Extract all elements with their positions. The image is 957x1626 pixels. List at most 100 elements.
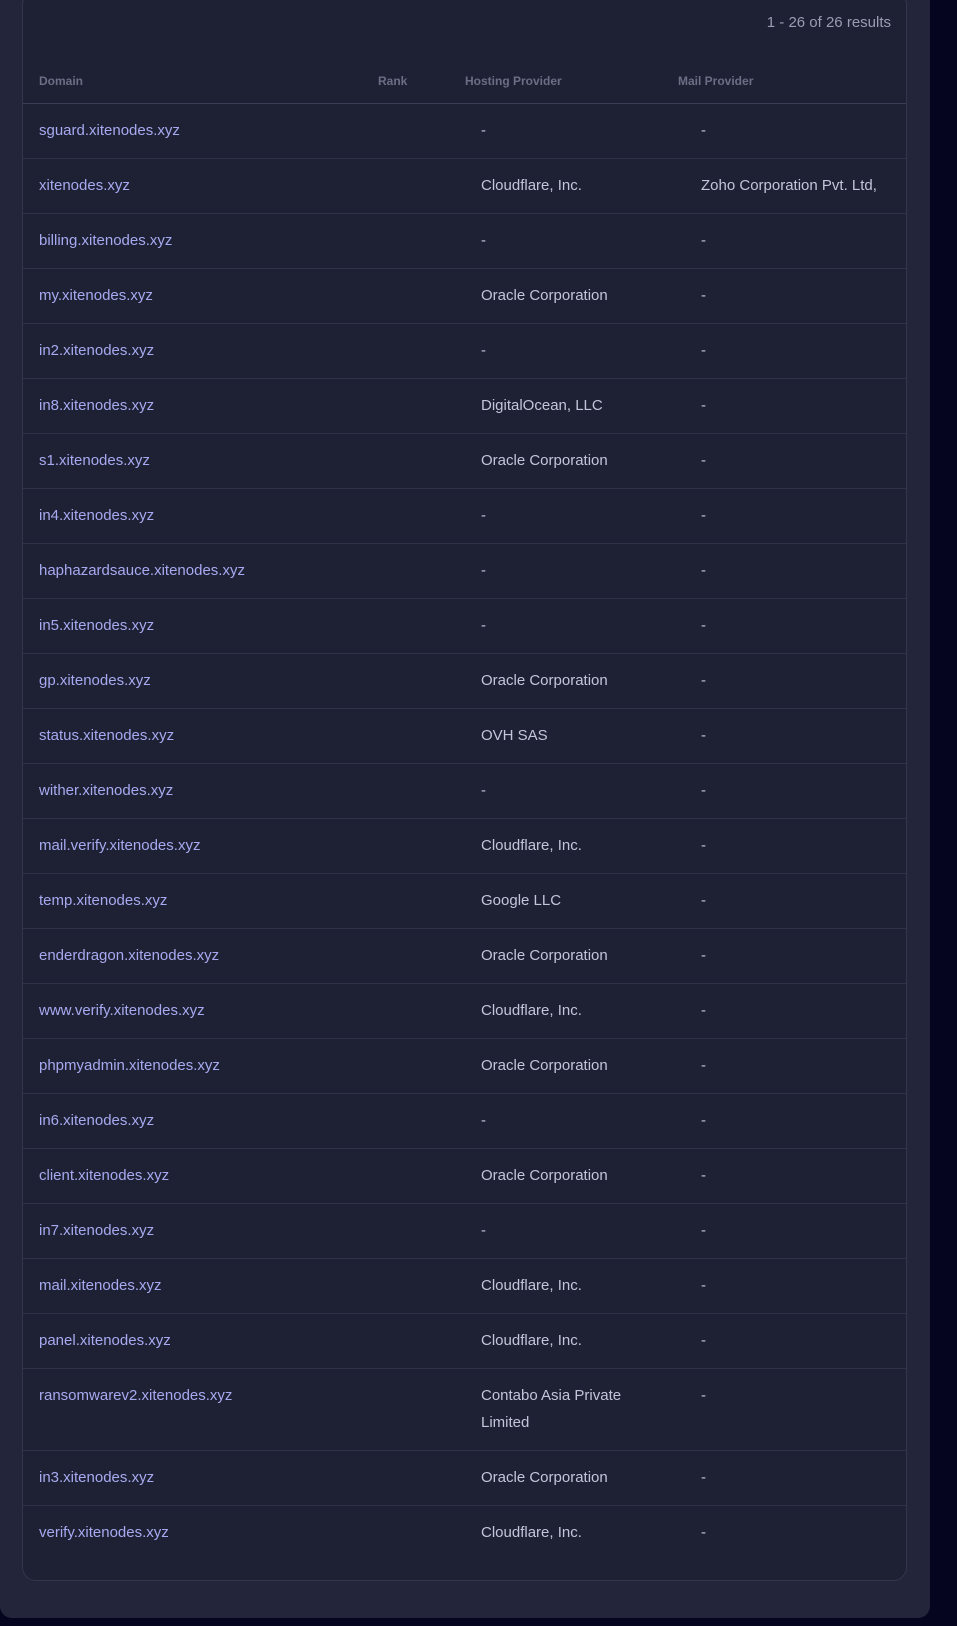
hosting-provider-cell: Cloudflare, Inc. [481,1332,582,1349]
hosting-provider-cell: Cloudflare, Inc. [481,1277,582,1294]
table-row: billing.xitenodes.xyz - - [23,214,906,269]
domain-link[interactable]: enderdragon.xitenodes.xyz [39,942,379,969]
mail-provider-cell: - [701,1167,706,1184]
domain-link[interactable]: billing.xitenodes.xyz [39,227,379,254]
column-header-mail-provider[interactable]: Mail Provider [678,74,753,88]
domain-link[interactable]: haphazardsauce.xitenodes.xyz [39,557,379,584]
domain-link[interactable]: s1.xitenodes.xyz [39,447,379,474]
domain-link[interactable]: ransomwarev2.xitenodes.xyz [39,1382,379,1409]
hosting-provider-cell: Cloudflare, Inc. [481,1002,582,1019]
table-row: in6.xitenodes.xyz - - [23,1094,906,1149]
domain-link[interactable]: in7.xitenodes.xyz [39,1217,379,1244]
table-header: Domain Rank Hosting Provider Mail Provid… [23,70,906,104]
mail-provider-cell: - [701,672,706,689]
domain-link[interactable]: client.xitenodes.xyz [39,1162,379,1189]
mail-provider-cell: - [701,727,706,744]
column-header-domain[interactable]: Domain [39,74,83,88]
mail-provider-cell: - [701,837,706,854]
hosting-provider-cell: Oracle Corporation [481,672,608,689]
mail-provider-cell: - [701,947,706,964]
results-count: 1 - 26 of 26 results [766,14,891,31]
table-row: sguard.xitenodes.xyz - - [23,104,906,159]
domain-link[interactable]: in8.xitenodes.xyz [39,392,379,419]
table-row: in3.xitenodes.xyz Oracle Corporation - [23,1451,906,1506]
domain-link[interactable]: in6.xitenodes.xyz [39,1107,379,1134]
mail-provider-cell: - [701,892,706,909]
mail-provider-cell: - [701,1222,706,1239]
domain-link[interactable]: mail.xitenodes.xyz [39,1272,379,1299]
table-row: s1.xitenodes.xyz Oracle Corporation - [23,434,906,489]
domain-link[interactable]: in4.xitenodes.xyz [39,502,379,529]
table-row: enderdragon.xitenodes.xyz Oracle Corporat… [23,929,906,984]
mail-provider-cell: - [701,1057,706,1074]
domain-link[interactable]: xitenodes.xyz [39,172,379,199]
hosting-provider-cell: - [481,122,486,139]
table-row: panel.xitenodes.xyz Cloudflare, Inc. - [23,1314,906,1369]
domain-link[interactable]: wither.xitenodes.xyz [39,777,379,804]
domain-link[interactable]: gp.xitenodes.xyz [39,667,379,694]
mail-provider-cell: - [701,287,706,304]
hosting-provider-cell: - [481,1222,486,1239]
domain-link[interactable]: panel.xitenodes.xyz [39,1327,379,1354]
hosting-provider-cell: Cloudflare, Inc. [481,837,582,854]
domain-link[interactable]: in3.xitenodes.xyz [39,1464,379,1491]
mail-provider-cell: - [701,1277,706,1294]
mail-provider-cell: - [701,397,706,414]
column-header-rank[interactable]: Rank [378,74,407,88]
table-row: wither.xitenodes.xyz - - [23,764,906,819]
table-row: in5.xitenodes.xyz - - [23,599,906,654]
mail-provider-cell: - [701,342,706,359]
mail-provider-cell: - [701,1112,706,1129]
hosting-provider-cell: Oracle Corporation [481,1469,608,1486]
hosting-provider-cell: Cloudflare, Inc. [481,177,582,194]
hosting-provider-cell: - [481,342,486,359]
hosting-provider-cell: Oracle Corporation [481,452,608,469]
domain-link[interactable]: verify.xitenodes.xyz [39,1519,379,1546]
table-row: haphazardsauce.xitenodes.xyz - - [23,544,906,599]
hosting-provider-cell: - [481,507,486,524]
mail-provider-cell: - [701,562,706,579]
hosting-provider-cell: - [481,562,486,579]
table-row: ransomwarev2.xitenodes.xyz Contabo Asia P… [23,1369,906,1451]
mail-provider-cell: - [701,617,706,634]
hosting-provider-cell: Cloudflare, Inc. [481,1524,582,1541]
mail-provider-cell: - [701,452,706,469]
hosting-provider-cell: - [481,617,486,634]
table-row: temp.xitenodes.xyz Google LLC - [23,874,906,929]
domain-link[interactable]: my.xitenodes.xyz [39,282,379,309]
domain-link[interactable]: phpmyadmin.xitenodes.xyz [39,1052,379,1079]
table-row: verify.xitenodes.xyz Cloudflare, Inc. - [23,1506,906,1561]
domain-link[interactable]: sguard.xitenodes.xyz [39,117,379,144]
domain-link[interactable]: in5.xitenodes.xyz [39,612,379,639]
domain-link[interactable]: temp.xitenodes.xyz [39,887,379,914]
mail-provider-cell: - [701,232,706,249]
table-row: status.xitenodes.xyz OVH SAS - [23,709,906,764]
table-row: mail.verify.xitenodes.xyz Cloudflare, Inc… [23,819,906,874]
table-row: www.verify.xitenodes.xyz Cloudflare, Inc.… [23,984,906,1039]
domain-link[interactable]: mail.verify.xitenodes.xyz [39,832,379,859]
mail-provider-cell: - [701,1524,706,1541]
table-body: sguard.xitenodes.xyz - - xitenodes.xyz Cloud… [23,104,906,1561]
table-row: xitenodes.xyz Cloudflare, Inc. Zoho Corpor… [23,159,906,214]
mail-provider-cell: - [701,1332,706,1349]
domain-link[interactable]: in2.xitenodes.xyz [39,337,379,364]
hosting-provider-cell: OVH SAS [481,727,548,744]
hosting-provider-cell: Oracle Corporation [481,287,608,304]
hosting-provider-cell: - [481,232,486,249]
table-row: client.xitenodes.xyz Oracle Corporation - [23,1149,906,1204]
column-header-hosting-provider[interactable]: Hosting Provider [465,74,562,88]
hosting-provider-cell: Contabo Asia Private Limited [481,1387,622,1431]
table-row: my.xitenodes.xyz Oracle Corporation - [23,269,906,324]
table-row: phpmyadmin.xitenodes.xyz Oracle Corporati… [23,1039,906,1094]
table-row: gp.xitenodes.xyz Oracle Corporation - [23,654,906,709]
table-row: in4.xitenodes.xyz - - [23,489,906,544]
mail-provider-cell: - [701,1387,706,1404]
table-row: in2.xitenodes.xyz - - [23,324,906,379]
domain-link[interactable]: www.verify.xitenodes.xyz [39,997,379,1024]
table-row: mail.xitenodes.xyz Cloudflare, Inc. - [23,1259,906,1314]
hosting-provider-cell: - [481,782,486,799]
domain-link[interactable]: status.xitenodes.xyz [39,722,379,749]
hosting-provider-cell: Oracle Corporation [481,1167,608,1184]
mail-provider-cell: - [701,1002,706,1019]
hosting-provider-cell: Oracle Corporation [481,1057,608,1074]
